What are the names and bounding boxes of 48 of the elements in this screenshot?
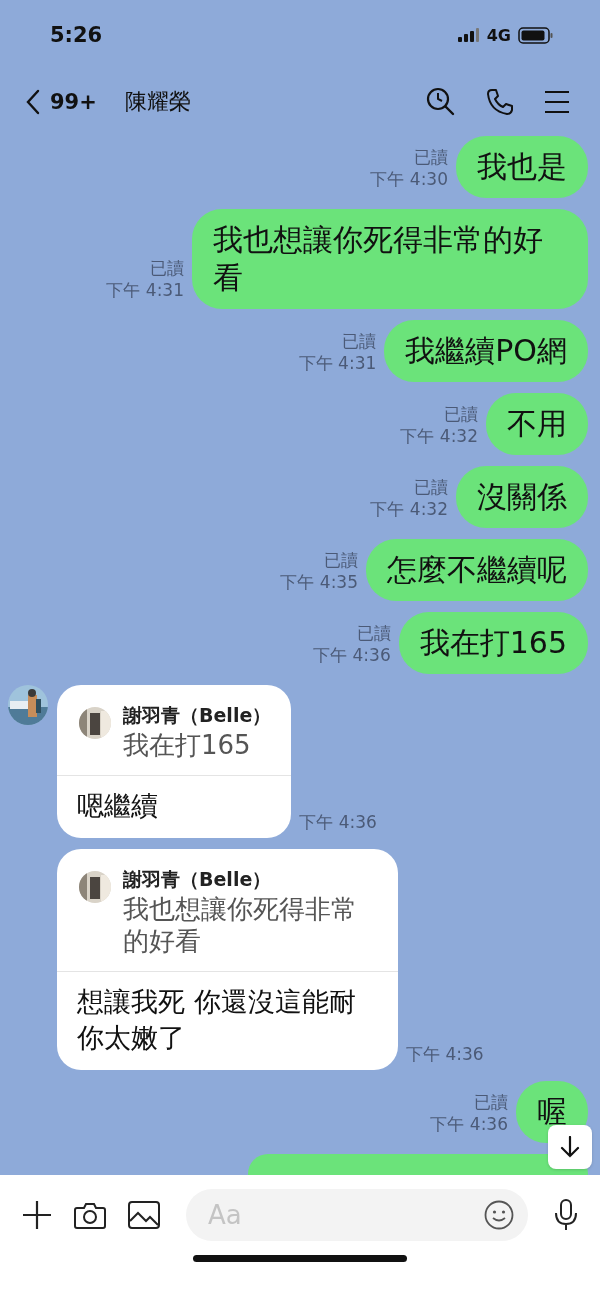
menu-icon[interactable] <box>544 90 570 114</box>
chevron-icon <box>26 89 40 115</box>
signal-icon <box>457 28 480 42</box>
quoted-sender: 謝羽青（Belle） <box>123 703 272 728</box>
read-receipt: 已讀 <box>414 146 448 168</box>
message-bubble: 沒關係 <box>456 466 588 528</box>
read-receipt: 已讀 <box>444 403 478 425</box>
message-time: 下午 4:32 <box>400 425 478 447</box>
message-time: 下午 4:36 <box>430 1113 508 1135</box>
plus-icon[interactable] <box>22 1200 52 1230</box>
message-bubble: 我在打165 <box>398 612 588 674</box>
message-bubble: 不用 <box>486 393 588 455</box>
message-text: 嗯繼續 <box>76 789 159 823</box>
quoted-message: 我在打165 <box>123 729 252 761</box>
down-arrow-icon <box>560 1136 580 1158</box>
message-time: 下午 4:36 <box>299 811 377 834</box>
message-time: 下午 4:30 <box>370 168 448 190</box>
image-icon[interactable] <box>128 1201 160 1229</box>
read-receipt: 已讀 <box>414 476 448 498</box>
network-label: 4G <box>486 25 511 45</box>
message-time: 下午 4:32 <box>370 498 448 520</box>
message-time: 下午 4:36 <box>313 644 391 666</box>
read-receipt: 已讀 <box>356 622 391 644</box>
message-bubble: 怎麼不繼續呢 <box>366 539 588 601</box>
message-time: 下午 4:31 <box>298 352 377 374</box>
scroll-down-button[interactable] <box>548 1125 592 1169</box>
search-icon[interactable] <box>426 87 456 117</box>
message-bubble: 我繼續PO網 <box>384 320 588 382</box>
read-receipt: 已讀 <box>150 257 184 279</box>
emoji-icon[interactable] <box>484 1200 514 1230</box>
message-bubble: 我也是 <box>456 136 588 198</box>
message-text: 想讓我死 你還沒這能耐你太嫩了 <box>76 985 357 1055</box>
back-button[interactable]: 99+ <box>26 89 97 115</box>
battery-icon <box>518 26 554 44</box>
read-receipt: 已讀 <box>342 330 377 352</box>
microphone-icon[interactable] <box>554 1199 578 1231</box>
message-bubble: 我也想讓你死得非常的好看 <box>192 209 588 309</box>
message-time: 下午 4:36 <box>406 1043 484 1066</box>
camera-icon[interactable] <box>74 1201 106 1229</box>
status-time: 5:26 <box>50 23 103 47</box>
message-time: 下午 4:35 <box>280 571 358 593</box>
quoted-message: 我也想讓你死得非常的好看 <box>123 893 358 957</box>
quoted-sender: 謝羽青（Belle） <box>123 867 273 892</box>
read-receipt: 已讀 <box>324 549 358 571</box>
message-time: 下午 4:31 <box>106 279 184 301</box>
read-receipt: 已讀 <box>474 1091 508 1113</box>
phone-icon[interactable] <box>486 88 514 116</box>
chat-title: 陳耀榮 <box>124 88 191 116</box>
